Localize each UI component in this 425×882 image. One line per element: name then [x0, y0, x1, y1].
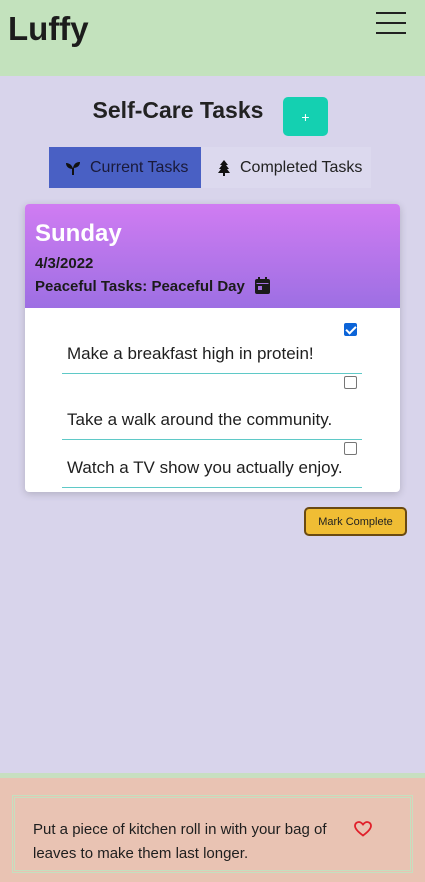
tip-footer: Put a piece of kitchen roll in with your…	[0, 773, 425, 882]
task-text: Make a breakfast high in protein!	[67, 344, 314, 363]
day-card: Sunday 4/3/2022 Peaceful Tasks: Peaceful…	[25, 204, 400, 492]
heart-icon[interactable]	[354, 821, 372, 842]
mark-complete-button[interactable]: Mark Complete	[304, 507, 407, 536]
brand-logo[interactable]: Luffy	[8, 10, 89, 48]
tree-icon	[217, 159, 231, 176]
seedling-icon	[65, 160, 81, 176]
tip-box: Put a piece of kitchen roll in with your…	[12, 795, 413, 873]
task-checkbox[interactable]	[344, 376, 357, 389]
task-item: Watch a TV show you actually enjoy.	[62, 440, 362, 488]
tab-completed-tasks[interactable]: Completed Tasks	[201, 147, 371, 188]
tab-current-tasks[interactable]: Current Tasks	[49, 147, 201, 188]
task-text: Take a walk around the community.	[67, 410, 333, 429]
calendar-icon[interactable]	[255, 277, 270, 299]
task-item: Make a breakfast high in protein!	[62, 308, 362, 374]
add-task-button[interactable]: +	[283, 97, 328, 136]
hamburger-menu-icon[interactable]	[376, 12, 406, 34]
day-name: Sunday	[35, 220, 122, 247]
day-date: 4/3/2022	[35, 255, 94, 272]
tip-text: Put a piece of kitchen roll in with your…	[33, 821, 327, 862]
tab-current-label: Current Tasks	[90, 158, 189, 176]
task-checkbox[interactable]	[344, 442, 357, 455]
navbar: Luffy	[0, 0, 425, 76]
tab-completed-label: Completed Tasks	[240, 158, 363, 176]
task-item: Take a walk around the community.	[62, 374, 362, 440]
day-theme: Peaceful Tasks: Peaceful Day	[35, 278, 245, 295]
task-checkbox[interactable]	[344, 323, 357, 336]
day-card-header: Sunday 4/3/2022 Peaceful Tasks: Peaceful…	[25, 204, 400, 308]
task-text: Watch a TV show you actually enjoy.	[67, 458, 343, 477]
